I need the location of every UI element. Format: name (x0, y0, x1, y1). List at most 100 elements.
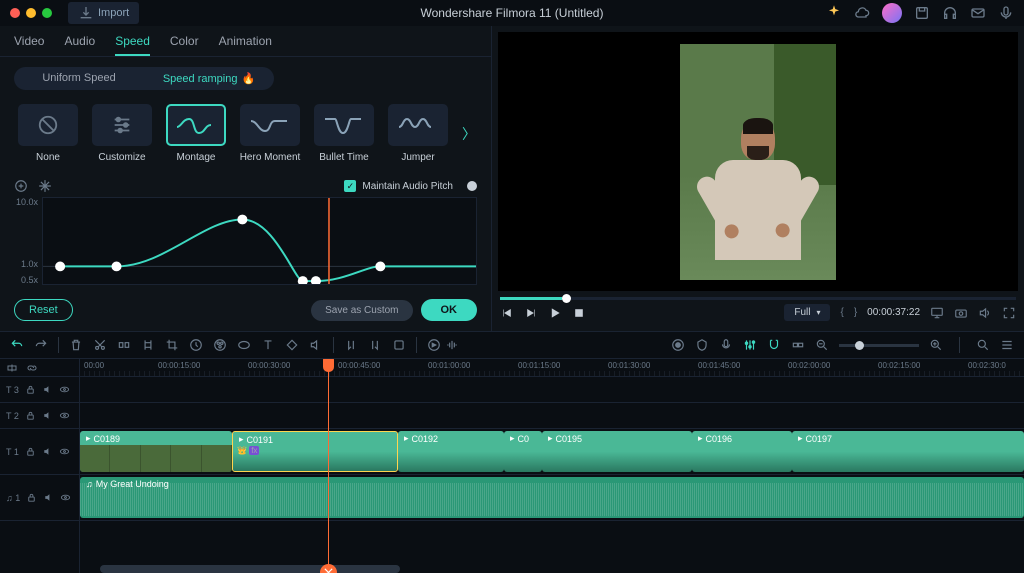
subtab-uniform[interactable]: Uniform Speed (14, 67, 144, 90)
mute-icon[interactable] (42, 410, 53, 421)
undo-icon[interactable] (10, 338, 24, 352)
trim-icon[interactable] (141, 338, 155, 352)
clip-audio[interactable]: ♫My Great Undoing (80, 477, 1024, 518)
chevron-right-icon[interactable]: 〉 (462, 124, 476, 144)
audio-wave-icon[interactable] (445, 338, 459, 352)
keyframe-icon[interactable] (285, 338, 299, 352)
preset-hero[interactable]: Hero Moment (236, 104, 304, 163)
import-button[interactable]: Import (68, 2, 139, 24)
add-track-icon[interactable] (6, 362, 18, 374)
speed-graph[interactable]: 10.0x 1.0x 0.5x (14, 197, 477, 285)
record-icon[interactable] (671, 338, 685, 352)
split-icon[interactable] (117, 338, 131, 352)
cloud-icon[interactable] (854, 5, 870, 21)
tab-speed[interactable]: Speed (115, 34, 150, 56)
mic-icon[interactable] (998, 5, 1014, 21)
voiceover-icon[interactable] (719, 338, 733, 352)
track-t3[interactable] (80, 377, 1024, 403)
track-t1[interactable]: ▸C0189 ▸C0191👑 fx ▸C0192 ▸C0 ▸C0195 ▸C01… (80, 429, 1024, 475)
render-icon[interactable] (427, 338, 441, 352)
text-icon[interactable] (261, 338, 275, 352)
zoom-fit-icon[interactable] (976, 338, 990, 352)
link-icon[interactable] (26, 362, 38, 374)
next-frame-icon[interactable] (524, 306, 538, 320)
eye-icon[interactable] (59, 410, 70, 421)
track-t2[interactable] (80, 403, 1024, 429)
preset-none[interactable]: None (14, 104, 82, 163)
scrollbar-horizontal[interactable] (100, 565, 400, 573)
minimize-window-icon[interactable] (26, 8, 36, 18)
preset-jumper[interactable]: Jumper (384, 104, 452, 163)
mute-icon[interactable] (42, 446, 53, 457)
close-window-icon[interactable] (10, 8, 20, 18)
zoom-in-icon[interactable] (929, 338, 943, 352)
fullscreen-icon[interactable] (1002, 306, 1016, 320)
preview-progress[interactable] (500, 297, 1016, 300)
speed-icon[interactable] (189, 338, 203, 352)
play-icon[interactable] (548, 306, 562, 320)
stop-icon[interactable] (572, 306, 586, 320)
clip-video[interactable]: ▸C0195 (542, 431, 692, 472)
snowflake-icon[interactable] (38, 179, 52, 193)
headphones-icon[interactable] (942, 5, 958, 21)
delete-icon[interactable] (69, 338, 83, 352)
clip-video[interactable]: ▸C0192 (398, 431, 504, 472)
marker-out-icon[interactable] (368, 338, 382, 352)
track-head-a1[interactable]: ♫ 1 (0, 475, 79, 521)
ruler[interactable]: 00:00 00:00:15:00 00:00:30:00 00:00:45:0… (80, 359, 1024, 377)
mute-icon[interactable] (42, 384, 53, 395)
playhead[interactable] (328, 359, 329, 573)
tab-animation[interactable]: Animation (219, 34, 272, 56)
lock-icon[interactable] (25, 446, 36, 457)
track-head-t2[interactable]: T 2 (0, 403, 79, 429)
preview-viewport[interactable] (498, 32, 1018, 291)
add-keyframe-icon[interactable] (14, 179, 28, 193)
mask-icon[interactable] (237, 338, 251, 352)
clip-video[interactable]: ▸C0197 (792, 431, 1024, 472)
tab-audio[interactable]: Audio (64, 34, 95, 56)
marker-icon[interactable] (695, 338, 709, 352)
track-a1[interactable]: ♫My Great Undoing (80, 475, 1024, 521)
redo-icon[interactable] (34, 338, 48, 352)
quality-select[interactable]: Full▾ (784, 304, 830, 321)
eye-icon[interactable] (59, 446, 70, 457)
track-head-t1[interactable]: T 1 (0, 429, 79, 475)
crop-icon[interactable] (165, 338, 179, 352)
mixer-icon[interactable] (743, 338, 757, 352)
lock-icon[interactable] (26, 492, 37, 503)
camera-icon[interactable] (954, 306, 968, 320)
eye-icon[interactable] (59, 384, 70, 395)
clip-video[interactable]: ▸C0196 (692, 431, 792, 472)
pitch-slider-knob[interactable] (467, 181, 477, 191)
avatar[interactable] (882, 3, 902, 23)
ok-button[interactable]: OK (421, 299, 478, 321)
monitor-icon[interactable] (930, 306, 944, 320)
sparkle-icon[interactable] (826, 5, 842, 21)
eye-icon[interactable] (60, 492, 71, 503)
preset-bullet[interactable]: Bullet Time (310, 104, 378, 163)
save-custom-button[interactable]: Save as Custom (311, 300, 412, 321)
timeline-tracks[interactable]: 00:00 00:00:15:00 00:00:30:00 00:00:45:0… (80, 359, 1024, 573)
mail-icon[interactable] (970, 5, 986, 21)
clip-video[interactable]: ▸C0189 (80, 431, 232, 472)
lock-icon[interactable] (25, 384, 36, 395)
zoom-out-icon[interactable] (815, 338, 829, 352)
preset-customize[interactable]: Customize (88, 104, 156, 163)
preset-montage[interactable]: Montage (162, 104, 230, 163)
prev-frame-icon[interactable] (500, 306, 514, 320)
volume-tool-icon[interactable] (309, 338, 323, 352)
auto-ripple-icon[interactable] (791, 338, 805, 352)
maintain-pitch-checkbox[interactable]: ✓ Maintain Audio Pitch (344, 180, 477, 192)
volume-icon[interactable] (978, 306, 992, 320)
clip-video-selected[interactable]: ▸C0191👑 fx (232, 431, 398, 472)
reset-button[interactable]: Reset (14, 299, 73, 321)
maximize-window-icon[interactable] (42, 8, 52, 18)
mute-icon[interactable] (43, 492, 54, 503)
timeline-settings-icon[interactable] (1000, 338, 1014, 352)
subtab-ramping[interactable]: Speed ramping🔥 (144, 67, 274, 90)
tab-color[interactable]: Color (170, 34, 199, 56)
clip-video[interactable]: ▸C0 (504, 431, 542, 472)
color-icon[interactable] (213, 338, 227, 352)
save-icon[interactable] (914, 5, 930, 21)
zoom-slider[interactable] (839, 344, 919, 347)
